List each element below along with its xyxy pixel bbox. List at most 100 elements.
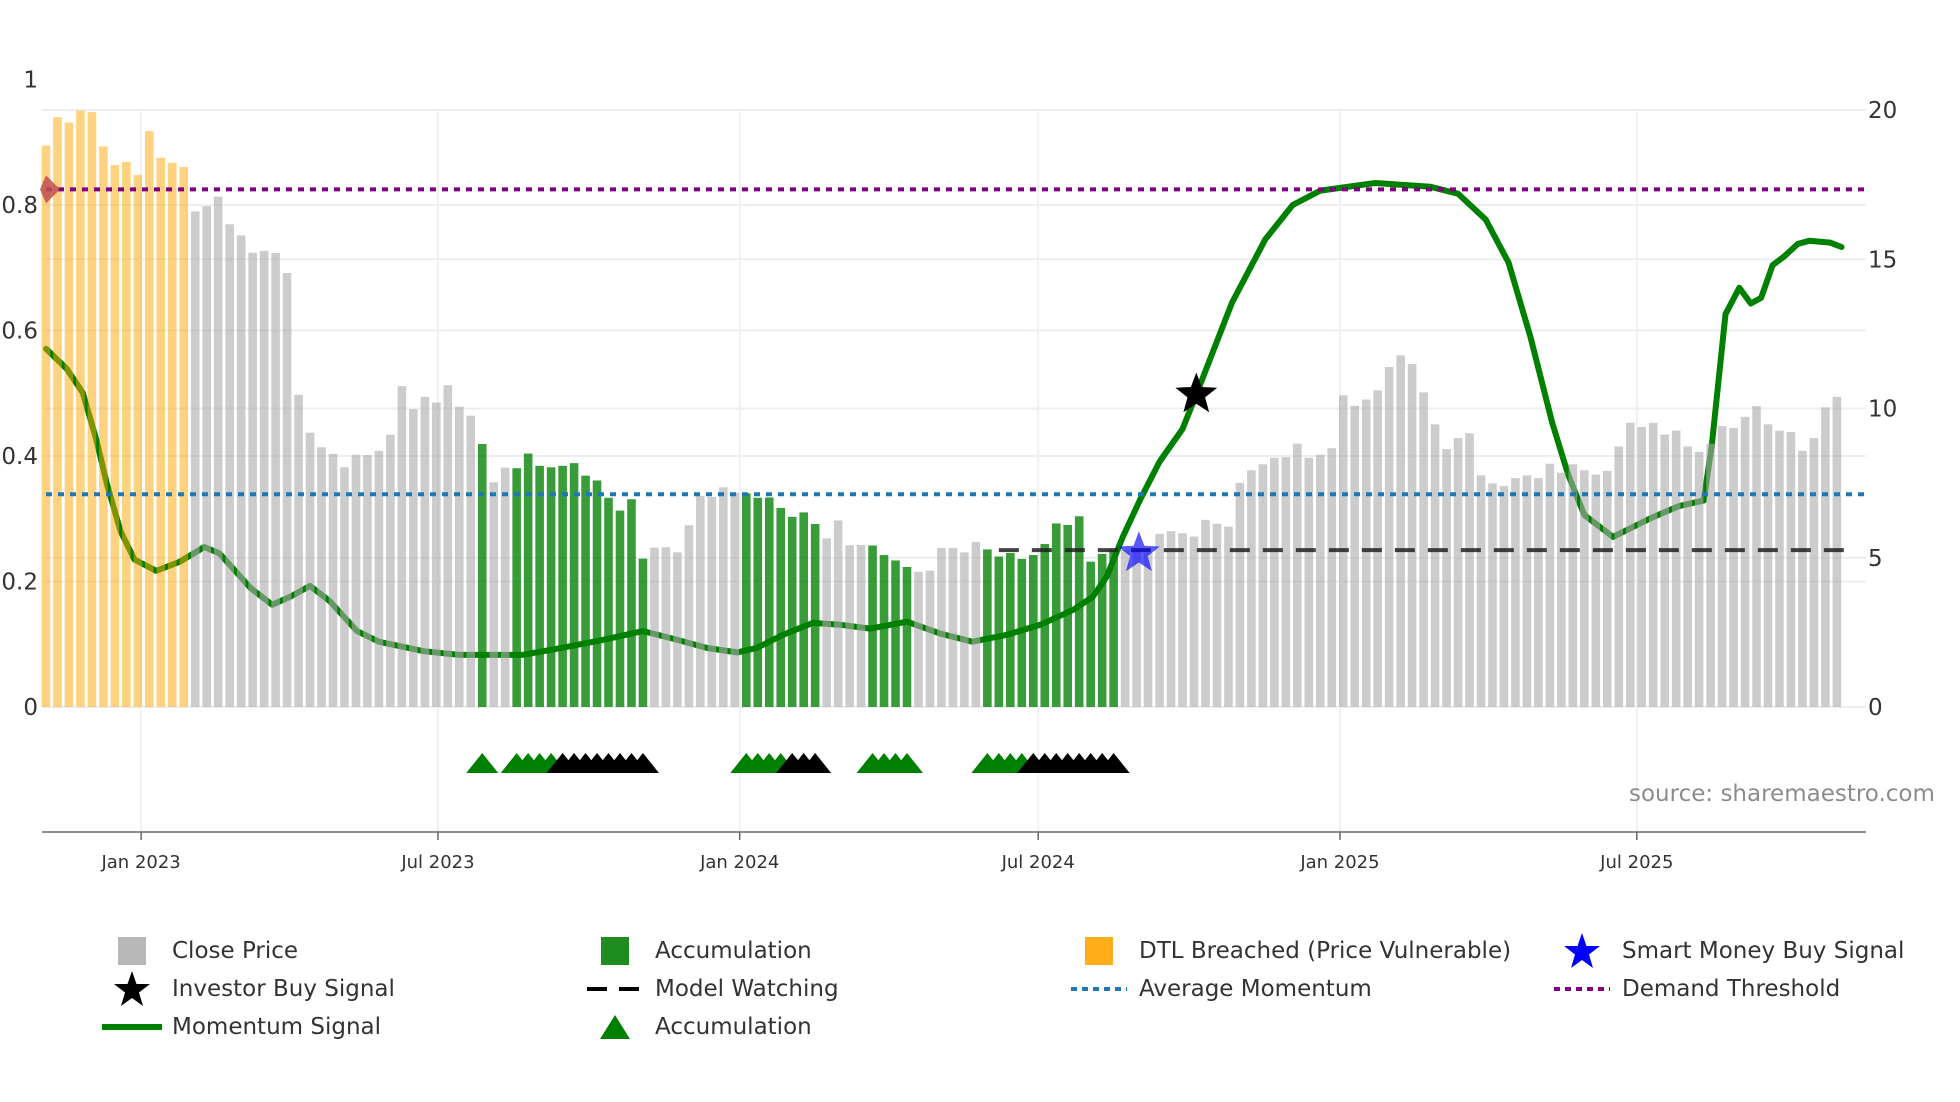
legend-accumulation-triangle[interactable]: Accumulation bbox=[583, 1009, 812, 1045]
close-price-bar bbox=[1465, 433, 1474, 707]
legend-label: Smart Money Buy Signal bbox=[1622, 938, 1905, 964]
accumulation-bar bbox=[1097, 553, 1107, 707]
close-price-bar bbox=[1683, 446, 1692, 707]
close-price-bar bbox=[1258, 464, 1268, 707]
dtl-breached-bar bbox=[156, 157, 166, 707]
accumulation-bar bbox=[868, 545, 877, 707]
close-price-bar bbox=[443, 385, 453, 707]
accumulation-bar bbox=[741, 493, 751, 707]
square-icon bbox=[583, 933, 647, 969]
close-price-bar bbox=[971, 541, 981, 707]
close-price-bar bbox=[225, 224, 234, 707]
square-icon bbox=[100, 933, 164, 969]
close-price-bar bbox=[1430, 424, 1440, 707]
close-price-bar bbox=[1224, 526, 1233, 707]
close-price-bar bbox=[409, 409, 418, 707]
legend-accumulation-bar[interactable]: Accumulation bbox=[583, 933, 812, 969]
close-price-bar bbox=[1120, 549, 1130, 707]
dtl-breached-bar bbox=[133, 175, 143, 707]
close-price-bar bbox=[1522, 475, 1532, 707]
close-price-bar bbox=[1568, 464, 1578, 707]
close-price-bar bbox=[719, 487, 728, 707]
close-price-bar bbox=[454, 406, 464, 707]
close-price-bar bbox=[673, 552, 682, 707]
legend-model-watching[interactable]: Model Watching bbox=[583, 971, 839, 1007]
star-icon bbox=[100, 971, 164, 1007]
close-price-bar bbox=[1361, 399, 1371, 707]
close-price-bar bbox=[1293, 443, 1302, 707]
close-price-bar bbox=[328, 453, 338, 707]
square-icon bbox=[1067, 933, 1131, 969]
close-price-bar bbox=[1786, 432, 1796, 707]
close-price-bar bbox=[1775, 430, 1784, 707]
dash-icon bbox=[583, 971, 647, 1007]
close-price-bar bbox=[730, 492, 740, 707]
close-price-bar bbox=[1671, 430, 1681, 707]
x-tick-label: Jul 2023 bbox=[400, 852, 474, 873]
accumulation-bar bbox=[1051, 523, 1061, 707]
chart: Jan 2023 Jul 2023 Jan 2024 Jul 2024 Jan 2025… bbox=[1, 68, 1934, 874]
y-left-tick-label: 0.8 bbox=[1, 193, 38, 219]
close-price-bar bbox=[1396, 355, 1405, 707]
close-price-bar bbox=[914, 571, 923, 707]
close-price-bar bbox=[1740, 416, 1750, 707]
dtl-breached-bar bbox=[122, 161, 131, 708]
dotted-line-icon bbox=[1550, 971, 1614, 1007]
legend-label: Demand Threshold bbox=[1622, 976, 1841, 1002]
y-right-tick-label: 0 bbox=[1868, 695, 1883, 721]
legend-average-momentum[interactable]: Average Momentum bbox=[1067, 971, 1372, 1007]
investor-buy-star bbox=[1175, 372, 1218, 413]
close-price-bar bbox=[1752, 406, 1761, 707]
close-price-bar bbox=[1189, 536, 1199, 707]
accumulation-bar bbox=[1006, 552, 1015, 707]
close-price-bar bbox=[1235, 482, 1245, 707]
close-price-bar bbox=[1729, 427, 1738, 707]
accumulation-bar bbox=[787, 516, 797, 707]
legend-label: Model Watching bbox=[655, 976, 839, 1002]
legend-smart-money-buy-signal[interactable]: Smart Money Buy Signal bbox=[1550, 933, 1904, 969]
accumulation-bar bbox=[638, 558, 648, 707]
close-price-bar bbox=[213, 196, 223, 707]
x-tick-label: Jul 2024 bbox=[1001, 852, 1075, 873]
close-price-bar bbox=[822, 538, 831, 707]
close-price-bar bbox=[1155, 533, 1164, 707]
legend-label: Momentum Signal bbox=[172, 1014, 382, 1040]
close-price-bar bbox=[948, 547, 958, 707]
close-price-bar bbox=[661, 547, 671, 707]
close-price-bar bbox=[650, 547, 659, 707]
close-price-bar bbox=[1591, 474, 1601, 707]
close-price-bar bbox=[1798, 450, 1807, 707]
close-price-bar bbox=[1694, 451, 1704, 707]
close-price-bar bbox=[317, 447, 326, 707]
close-price-bar bbox=[707, 496, 717, 707]
close-price-bar bbox=[1706, 443, 1715, 707]
accumulation-bar bbox=[764, 497, 774, 707]
y-right-tick-label: 20 bbox=[1868, 98, 1897, 124]
legend-investor-buy-signal[interactable]: Investor Buy Signal bbox=[100, 971, 395, 1007]
close-price-bar bbox=[1178, 533, 1187, 707]
close-price-bar bbox=[1660, 434, 1669, 707]
accumulation-bar bbox=[776, 507, 786, 707]
y-left-tick-label: 0.6 bbox=[1, 319, 38, 345]
close-price-bar bbox=[925, 570, 935, 707]
accumulation-bar bbox=[1017, 558, 1027, 707]
y-left-tick-label: 1 bbox=[23, 68, 38, 94]
y-right-tick-label: 5 bbox=[1868, 546, 1883, 572]
close-price-bar bbox=[500, 467, 510, 707]
legend-label: DTL Breached (Price Vulnerable) bbox=[1139, 938, 1512, 964]
legend-demand-threshold[interactable]: Demand Threshold bbox=[1550, 971, 1840, 1007]
legend-label: Accumulation bbox=[655, 938, 812, 964]
dtl-breached-bar bbox=[99, 146, 108, 708]
legend-close-price[interactable]: Close Price bbox=[100, 933, 298, 969]
accumulation-bar bbox=[994, 556, 1004, 707]
close-price-bar bbox=[1247, 470, 1256, 707]
close-price-bar bbox=[420, 396, 430, 707]
accumulation-bar bbox=[592, 480, 602, 707]
x-tick-label: Jan 2024 bbox=[699, 852, 779, 873]
legend-dtl-breached[interactable]: DTL Breached (Price Vulnerable) bbox=[1067, 933, 1511, 969]
close-price-bar bbox=[466, 415, 476, 707]
legend-momentum-signal[interactable]: Momentum Signal bbox=[100, 1009, 381, 1045]
close-price-bar bbox=[340, 467, 349, 707]
close-price-bar bbox=[960, 552, 969, 707]
dtl-breached-bar bbox=[110, 164, 120, 707]
